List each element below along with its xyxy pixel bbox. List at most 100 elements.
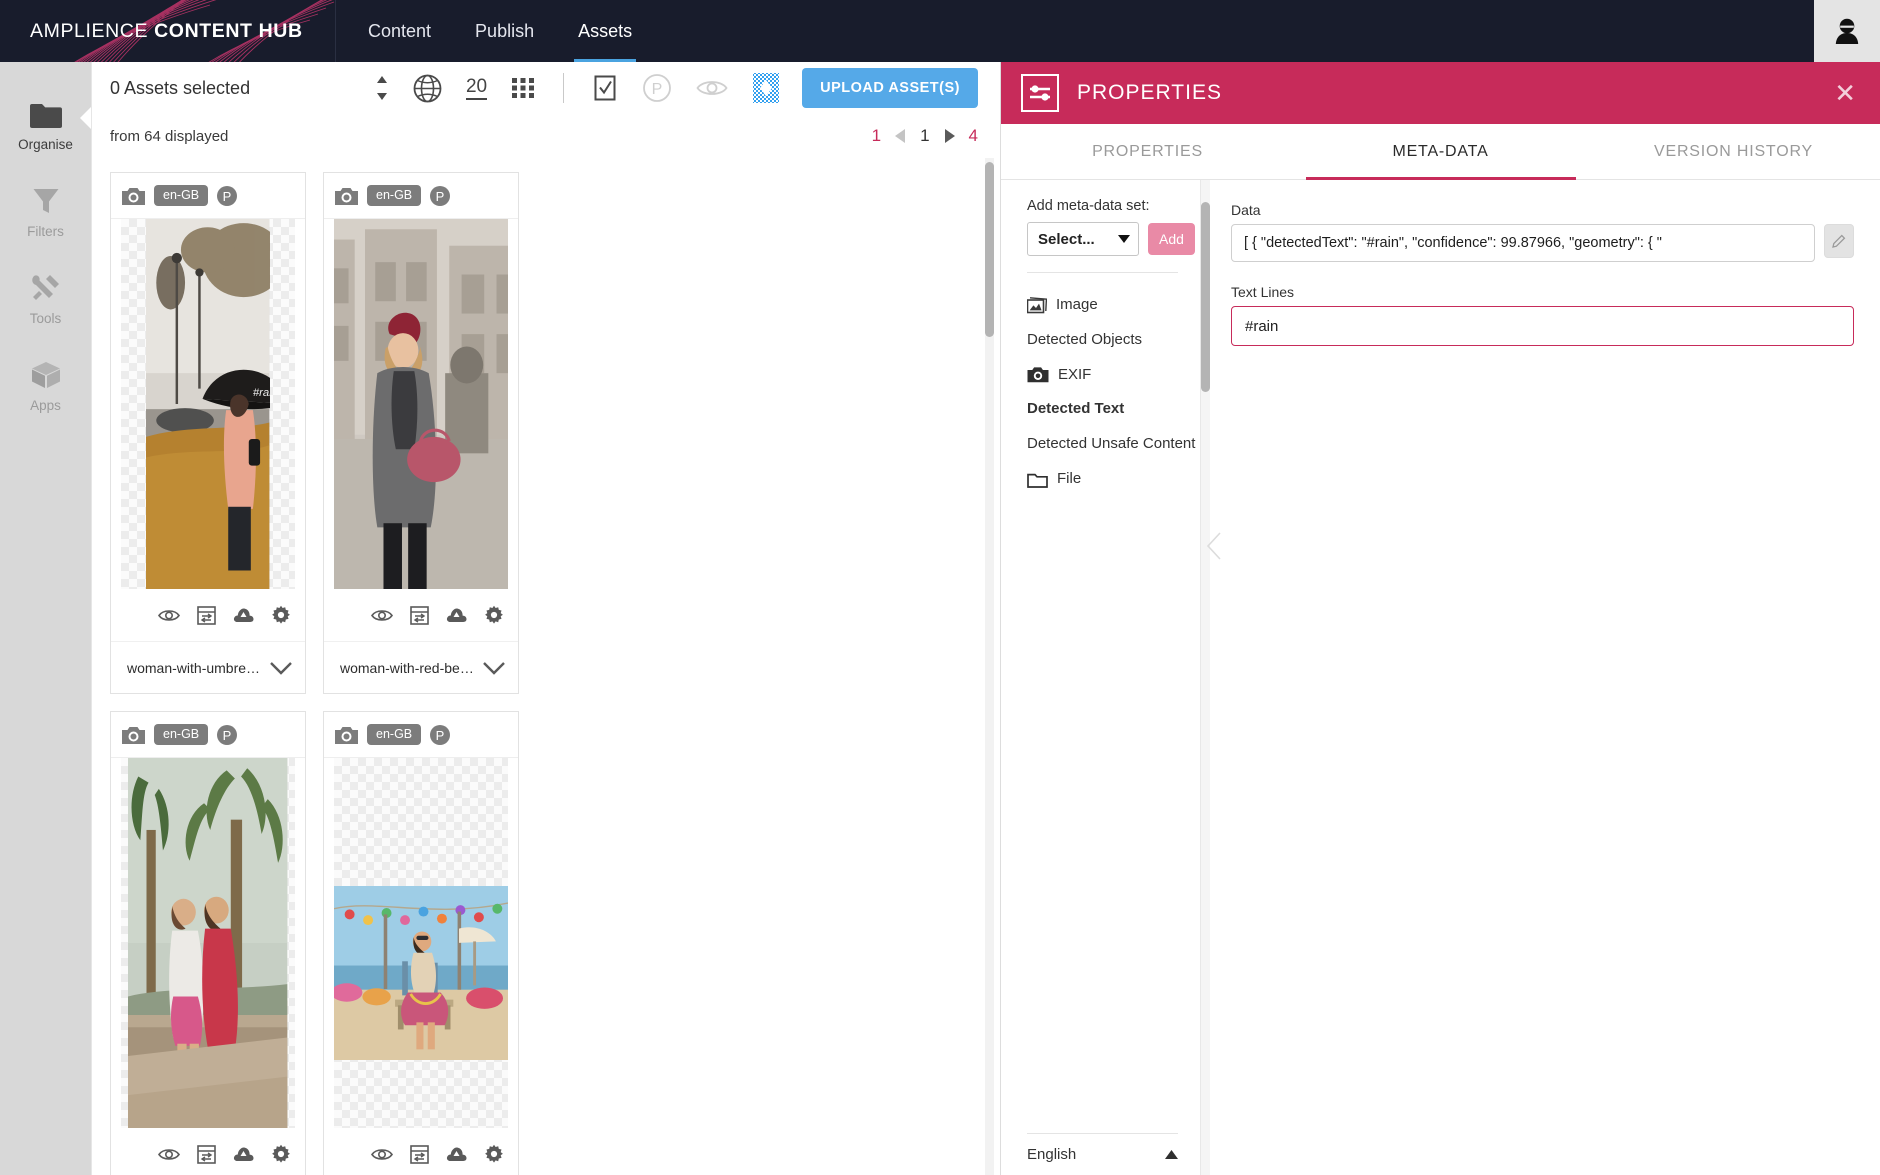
meta-item-image[interactable]: Image [1027,289,1200,322]
pagination-last[interactable]: 4 [969,126,978,146]
asset-thumbnail[interactable] [121,758,295,1128]
svg-text:P: P [436,189,445,204]
page-size-selector[interactable]: 20 [465,76,488,100]
cloud-icon[interactable] [233,607,254,623]
tab-properties[interactable]: PROPERTIES [1001,124,1294,179]
checkbox-checked-icon[interactable] [592,73,618,103]
add-meta-data-set-row: Select... Add [1027,222,1200,256]
camera-icon [122,726,145,744]
asset-language-badge: en-GB [367,724,422,745]
globe-icon[interactable] [413,74,442,103]
scrollbar-thumb[interactable] [1201,202,1210,392]
camera-icon [335,726,358,744]
asset-card[interactable]: en-GB P [110,711,306,1175]
upload-assets-button[interactable]: UPLOAD ASSET(S) [802,68,978,108]
nav-item-content[interactable]: Content [346,0,453,62]
panel-collapse-chevron-icon[interactable] [1206,532,1222,565]
pagination-first[interactable]: 1 [872,126,881,146]
publish-p-icon[interactable]: P [642,73,672,103]
brand-name-bold: CONTENT HUB [154,19,303,42]
thumbnail-two-women-palms [128,758,288,1128]
asset-card[interactable]: en-GB P [323,172,519,694]
meta-item-detected-text[interactable]: Detected Text [1027,393,1200,426]
scrollbar-thumb[interactable] [985,162,994,337]
asset-card[interactable]: en-GB P [110,172,306,694]
tab-meta-data[interactable]: META-DATA [1294,124,1587,179]
tab-version-history[interactable]: VERSION HISTORY [1587,124,1880,179]
caret-down-icon [1118,235,1130,243]
svg-text:P: P [652,81,663,98]
rail-item-organise[interactable]: Organise [0,86,92,170]
language-selector[interactable]: English [1027,1133,1178,1163]
data-field-input[interactable]: [ { "detectedText": "#rain", "confidence… [1231,224,1815,262]
meta-item-label: Detected Objects [1027,330,1143,348]
close-icon[interactable]: ✕ [1834,80,1856,106]
asset-language-badge: en-GB [154,185,209,206]
transparency-icon[interactable] [752,72,780,104]
rail-label-apps: Apps [30,398,61,413]
assets-grid-scrollbar[interactable] [985,158,994,1175]
camera-icon [335,187,358,205]
gear-icon[interactable] [484,1144,504,1164]
cloud-icon[interactable] [446,1146,467,1162]
asset-thumbnail[interactable] [334,219,508,589]
funnel-icon [33,189,58,213]
svg-text:P: P [436,728,445,743]
transform-icon[interactable] [197,1144,216,1164]
publish-p-icon: P [430,185,451,206]
eye-icon[interactable] [371,1147,393,1162]
publish-p-icon: P [217,724,238,745]
eye-icon[interactable] [158,608,180,623]
gear-icon[interactable] [484,605,504,625]
user-avatar-button[interactable] [1814,0,1880,62]
meta-data-set-value: Select... [1038,230,1095,248]
asset-card[interactable]: en-GB P [323,711,519,1175]
rail-item-apps[interactable]: Apps [0,344,91,431]
brand-logo[interactable]: AMPLIENCE CONTENT HUB [0,0,336,62]
left-rail: Organise Filters Tools Apps [0,62,92,1175]
rail-item-filters[interactable]: Filters [0,170,91,257]
sort-updown-icon[interactable] [375,73,389,103]
triangle-left-icon[interactable] [895,129,906,143]
asset-filename: woman-with-umbrella-1555102.jpg [127,659,261,676]
edit-icon[interactable] [1824,224,1854,258]
meta-nav-scrollbar[interactable] [1201,180,1210,1175]
sliders-icon [1021,74,1059,112]
eye-icon[interactable] [158,1147,180,1162]
transform-icon[interactable] [410,1144,429,1164]
meta-item-exif[interactable]: EXIF [1027,359,1200,392]
gear-icon[interactable] [271,1144,291,1164]
asset-card-header: en-GB P [324,712,518,758]
meta-item-detected-objects[interactable]: Detected Objects [1027,324,1200,357]
asset-thumbnail[interactable] [334,758,508,1128]
gear-icon[interactable] [271,605,291,625]
add-meta-data-set-button[interactable]: Add [1148,223,1195,255]
thumbnail-woman-beach-bench [334,886,508,1060]
chevron-down-icon[interactable] [482,661,506,675]
brand-text: AMPLIENCE CONTENT HUB [0,20,303,43]
grid-view-icon[interactable] [511,76,535,100]
assets-grid-scroll: en-GB P #ra woman-with-umbrella en-GB P … [92,158,1000,1175]
meta-data-set-select[interactable]: Select... [1027,222,1139,256]
user-avatar-icon [1835,18,1859,44]
triangle-right-icon[interactable] [944,129,955,143]
nav-item-assets[interactable]: Assets [556,0,654,62]
top-header: AMPLIENCE CONTENT HUB Content Publish As… [0,0,1880,62]
chevron-down-icon[interactable] [269,661,293,675]
asset-card-actions [324,589,518,641]
eye-icon[interactable] [371,608,393,623]
camera-icon [1027,367,1049,383]
transform-icon[interactable] [410,605,429,625]
transform-icon[interactable] [197,605,216,625]
eye-icon[interactable] [696,77,728,99]
cloud-icon[interactable] [233,1146,254,1162]
meta-item-detected-unsafe-content[interactable]: Detected Unsafe Content [1027,428,1200,461]
nav-item-publish[interactable]: Publish [453,0,556,62]
rail-item-tools[interactable]: Tools [0,257,91,344]
meta-item-file[interactable]: File [1027,463,1200,496]
asset-thumbnail[interactable]: #rain [121,219,295,589]
asset-card-footer: woman-with-umbrella-1555102.jpg [111,641,305,693]
text-lines-field-input[interactable]: #rain [1231,306,1854,346]
cloud-icon[interactable] [446,607,467,623]
cube-icon [31,362,60,388]
